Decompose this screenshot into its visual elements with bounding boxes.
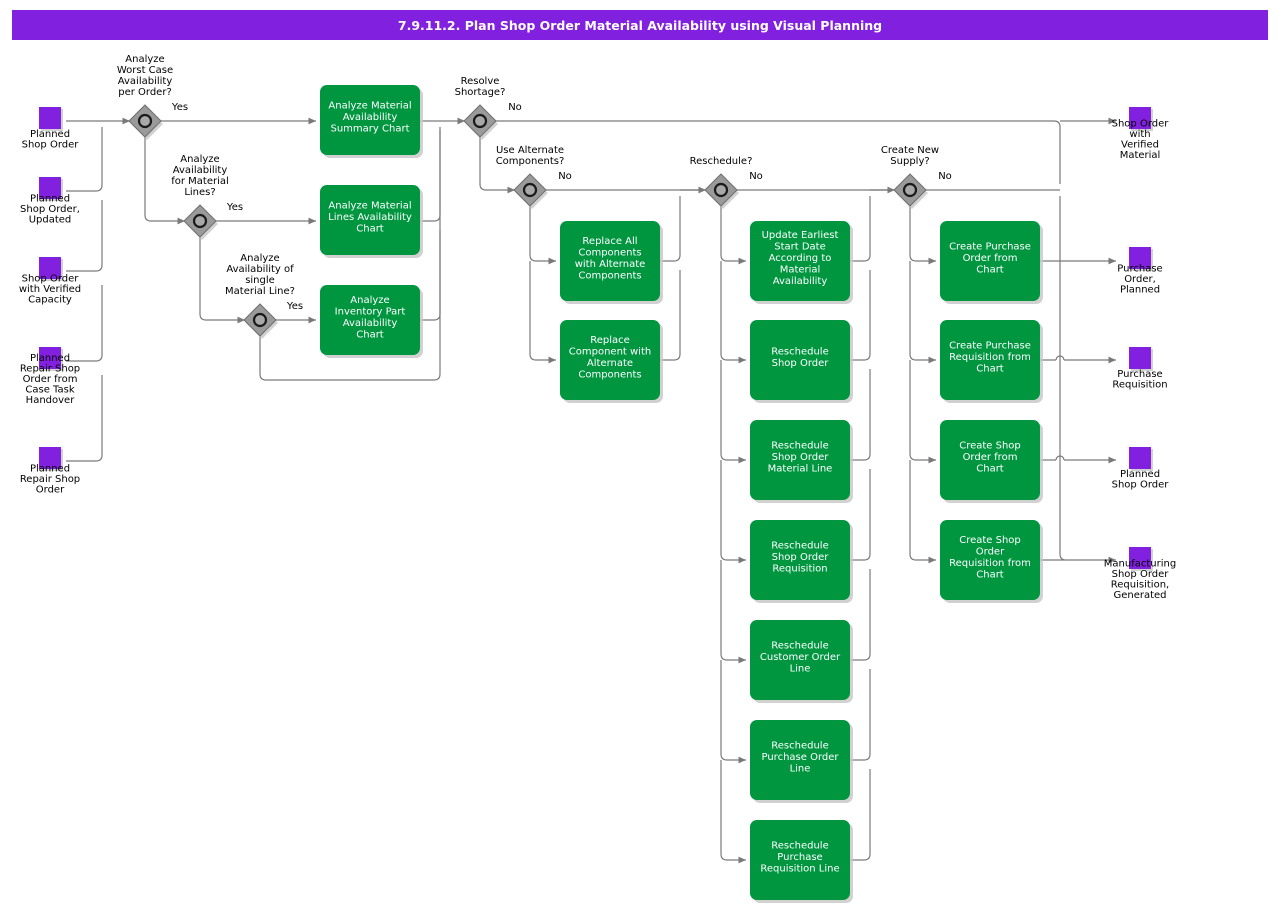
activity-box[interactable]: Reschedule Purchase Requisition Line: [750, 820, 853, 903]
gateway-question: Use Alternate Components?: [496, 145, 565, 167]
output-node[interactable]: Planned Shop Order: [1112, 447, 1170, 490]
activity-box[interactable]: Replace Component with Alternate Components: [560, 320, 663, 403]
input-label: Planned Shop Order, Updated: [20, 194, 80, 226]
gateway[interactable]: Use Alternate Components? No: [496, 145, 572, 209]
gateway-ring: [902, 182, 918, 198]
gateway-no-label: No: [508, 102, 522, 113]
activity-box[interactable]: Create Shop Order Requisition from Chart: [940, 520, 1043, 603]
activity-label: Reschedule Shop Order Requisition: [771, 541, 829, 575]
gateway-question: Reschedule?: [690, 156, 753, 167]
output-label: Purchase Order, Planned: [1117, 264, 1162, 296]
output-label: Shop Order with Verified Material: [1112, 118, 1170, 161]
input-icon: [39, 107, 61, 129]
activity-box[interactable]: Reschedule Customer Order Line: [750, 620, 853, 703]
input-label: Planned Shop Order: [22, 129, 80, 151]
gateway-ring: [137, 113, 153, 129]
flowchart-canvas: Planned Shop Order Planned Shop Order, Updat…: [19, 54, 1176, 903]
activity-box[interactable]: Reschedule Shop Order Material Line: [750, 420, 853, 503]
gateway[interactable]: Analyze Availability for Material Lines? Yes: [171, 154, 243, 240]
input-node[interactable]: Planned Shop Order, Updated: [20, 177, 80, 226]
gateway-ring: [713, 182, 729, 198]
gateway-question: Analyze Availability for Material Lines?: [171, 154, 229, 198]
output-node[interactable]: Purchase Requisition: [1112, 347, 1168, 391]
input-label: Planned Repair Shop Order: [20, 464, 80, 496]
gateway-ring: [192, 213, 208, 229]
input-node[interactable]: Planned Repair Shop Order from Case Task Han…: [20, 347, 80, 406]
input-node[interactable]: Planned Shop Order: [22, 107, 80, 150]
gateway-question: Create New Supply?: [881, 145, 939, 167]
gateway-no-label: No: [749, 171, 763, 182]
activity-box[interactable]: Analyze Inventory Part Availability Chart: [320, 285, 423, 358]
activity-label: Reschedule Shop Order Material Line: [768, 441, 833, 475]
gateway-ring: [522, 182, 538, 198]
gateway-question: Resolve Shortage?: [455, 76, 506, 98]
gateway[interactable]: Resolve Shortage?No: [455, 76, 522, 140]
gateway-yes-label: Yes: [171, 102, 188, 113]
gateway-question: Analyze Worst Case Availability per Order?: [117, 54, 173, 98]
input-node[interactable]: Planned Repair Shop Order: [20, 447, 80, 496]
gateway[interactable]: Reschedule? No: [690, 156, 763, 209]
gateway-ring: [252, 312, 268, 328]
activity-box[interactable]: Replace All Components with Alternate Compo…: [560, 221, 663, 304]
activity-box[interactable]: Update Earliest Start Date According to Mat…: [750, 221, 853, 304]
output-node[interactable]: Manufacturing Shop Order Requisition, Gener…: [1104, 547, 1176, 601]
gateway-question: Analyze Availability of single Material Lin…: [225, 253, 295, 297]
activity-label: Update Earliest Start Date According to Mat…: [762, 230, 839, 287]
activity-label: Reschedule Shop Order: [771, 346, 829, 369]
activity-box[interactable]: Reschedule Shop Order: [750, 320, 853, 403]
gateway[interactable]: Create New Supply? No: [881, 145, 952, 209]
activity-box[interactable]: Reschedule Purchase Order Line: [750, 720, 853, 803]
activity-box[interactable]: Create Shop Order from Chart: [940, 420, 1043, 503]
gateway-yes-label: Yes: [226, 202, 243, 213]
flowchart-page: 7.9.11.2. Plan Shop Order Material Avail…: [0, 0, 1280, 910]
output-label: Purchase Requisition: [1112, 369, 1167, 391]
output-node[interactable]: Shop Order with Verified Material: [1112, 107, 1170, 161]
activity-box[interactable]: Reschedule Shop Order Requisition: [750, 520, 853, 603]
gateway-yes-label: Yes: [286, 301, 303, 312]
output-label: Manufacturing Shop Order Requisition, Gener…: [1104, 558, 1176, 601]
gateway[interactable]: Analyze Worst Case Availability per Order? Y…: [117, 54, 188, 140]
output-icon: [1129, 447, 1151, 469]
activity-label: Replace All Components with Alternate Compo…: [575, 236, 646, 282]
gateway-no-label: No: [938, 171, 952, 182]
activity-box[interactable]: Create Purchase Requisition from Chart: [940, 320, 1043, 403]
gateway-ring: [472, 113, 488, 129]
activity-box[interactable]: Create Purchase Order from Chart: [940, 221, 1043, 304]
gateway-no-label: No: [558, 171, 572, 182]
output-label: Planned Shop Order: [1112, 469, 1170, 491]
node-layer: Planned Shop Order Planned Shop Order, Updat…: [19, 54, 1176, 903]
gateway[interactable]: Analyze Availability of single Material Lin…: [225, 253, 303, 339]
activity-box[interactable]: Analyze Material Lines Availability Chart: [320, 185, 423, 258]
output-icon: [1129, 347, 1151, 369]
input-node[interactable]: Shop Order with Verified Capacity: [19, 257, 81, 306]
activity-box[interactable]: Analyze Material Availability Summary Char…: [320, 85, 423, 158]
input-label: Shop Order with Verified Capacity: [19, 274, 81, 306]
output-node[interactable]: Purchase Order, Planned: [1117, 247, 1163, 296]
